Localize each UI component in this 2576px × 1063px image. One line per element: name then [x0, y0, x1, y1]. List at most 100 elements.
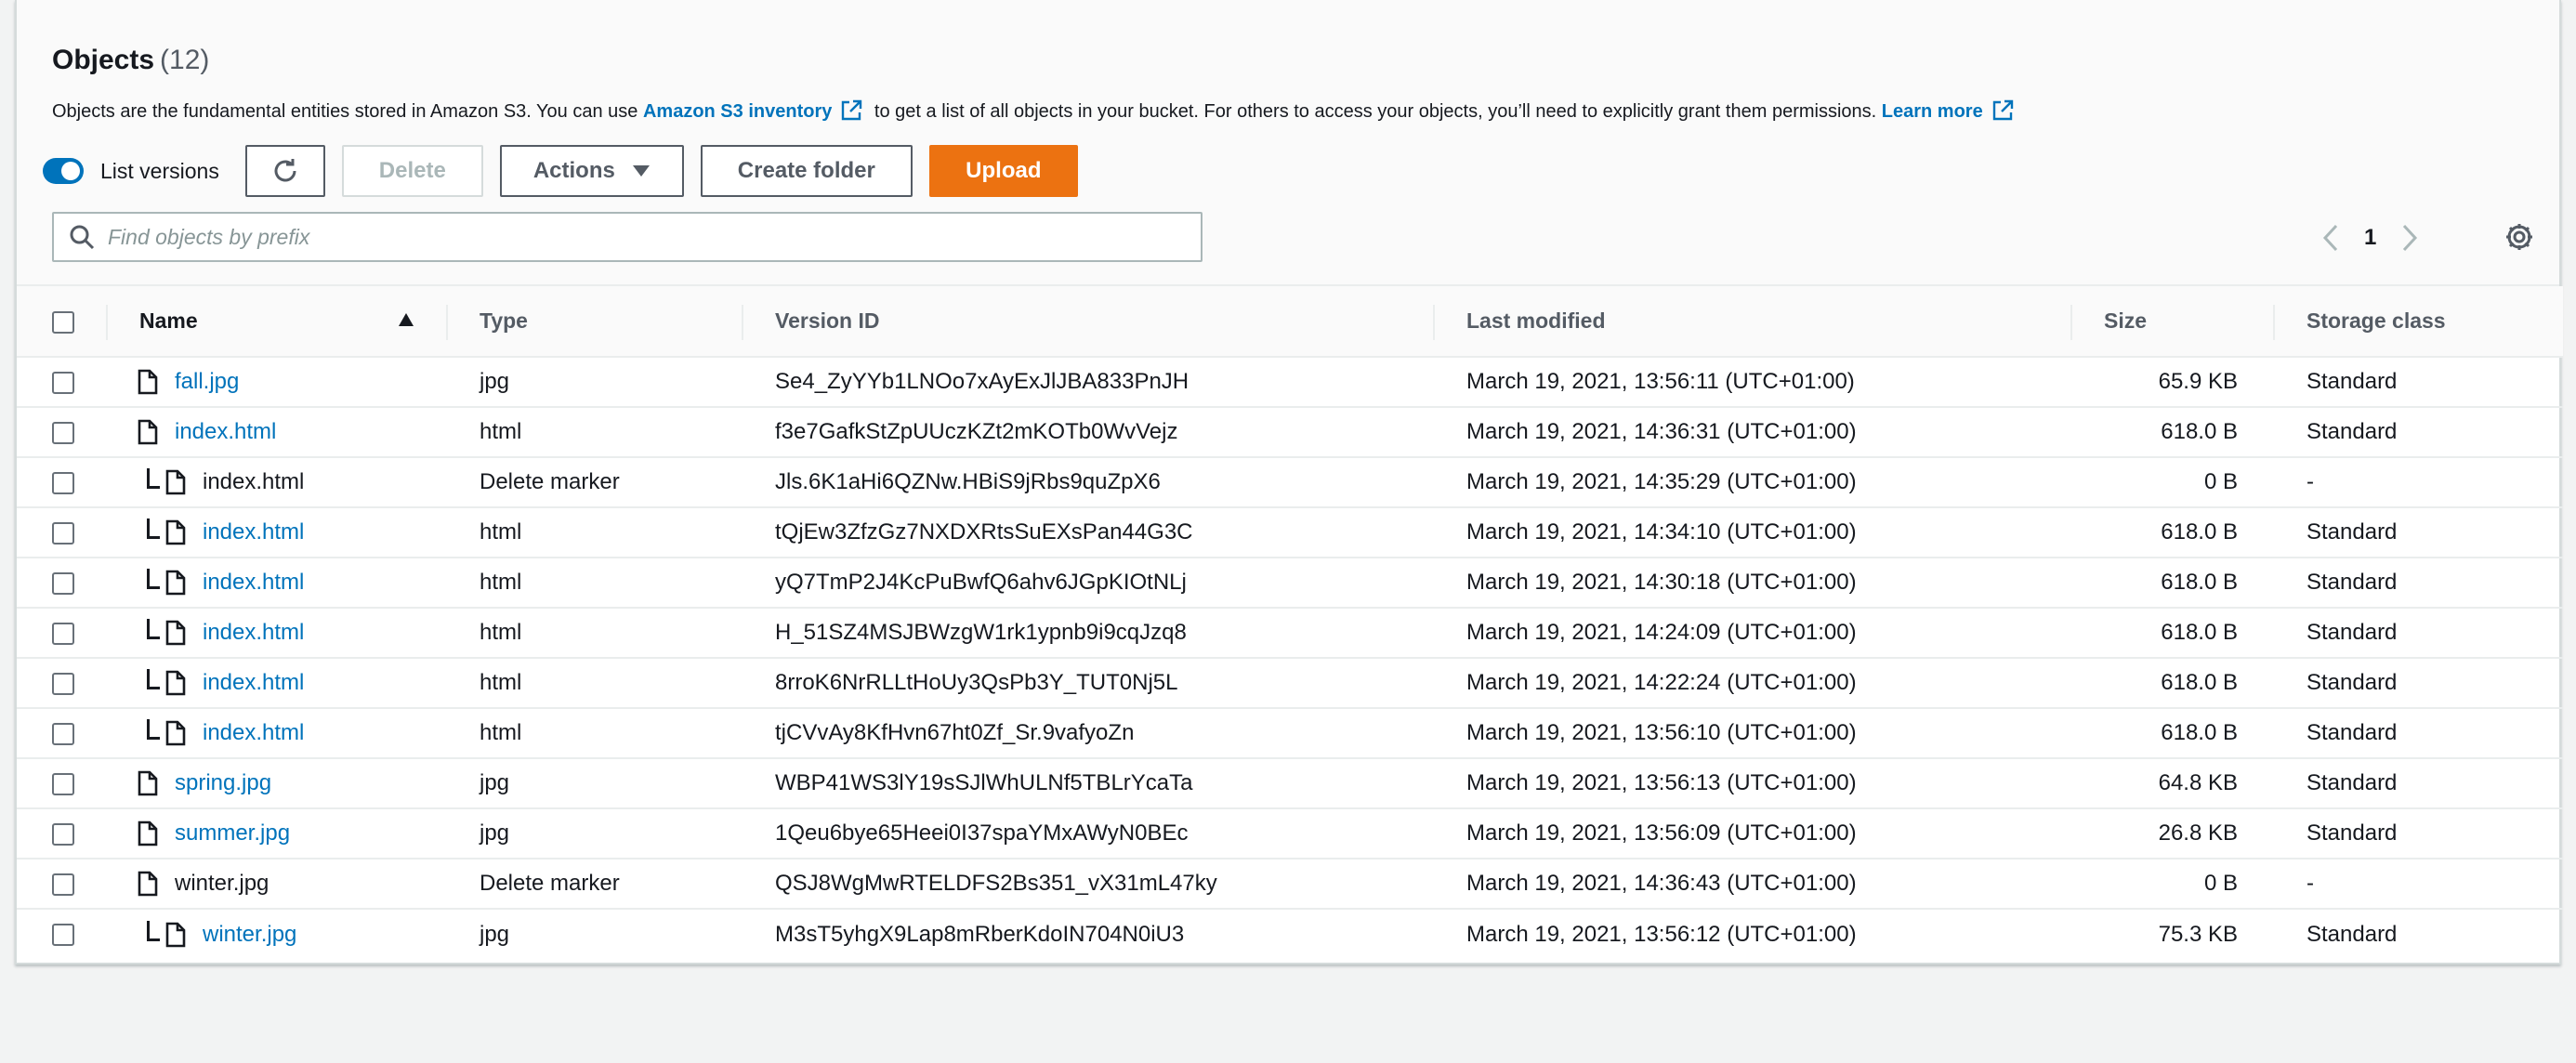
s3-inventory-link[interactable]: Amazon S3 inventory: [643, 101, 832, 122]
storage-class-cell: Standard: [2273, 608, 2563, 659]
object-name-link[interactable]: summer.jpg: [175, 820, 290, 846]
type-cell: jpg: [446, 808, 742, 860]
actions-button[interactable]: Actions: [499, 145, 684, 197]
create-folder-button[interactable]: Create folder: [700, 145, 913, 197]
column-header-storage-class[interactable]: Storage class: [2273, 286, 2563, 358]
storage-class-cell: -: [2273, 457, 2563, 508]
storage-class-cell: Standard: [2307, 921, 2398, 947]
object-name-link[interactable]: index.html: [203, 570, 304, 596]
list-versions-label: List versions: [100, 158, 219, 183]
row-checkbox[interactable]: [52, 722, 74, 745]
row-checkbox[interactable]: [52, 822, 74, 846]
version-branch-icon: [147, 920, 160, 941]
select-all-checkbox[interactable]: [52, 310, 74, 334]
version-id-cell: WBP41WS3lY19sSJlWhULNf5TBLrYcaTa: [742, 758, 1433, 809]
current-page[interactable]: 1: [2364, 225, 2376, 251]
object-name-link[interactable]: index.html: [203, 519, 304, 545]
file-icon: [138, 369, 158, 395]
version-id-cell: Se4_ZyYYb1LNOo7xAyExJlJBA833PnJH: [742, 357, 1433, 408]
table-row[interactable]: index.html html H_51SZ4MSJBWzgW1rk1ypnb9…: [17, 608, 2563, 659]
row-checkbox[interactable]: [52, 421, 74, 444]
storage-class-cell: Standard: [2273, 558, 2563, 609]
objects-table: Name Type Version ID Last modified Size …: [17, 286, 2563, 959]
row-checkbox[interactable]: [52, 471, 74, 494]
description-text-1: Objects are the fundamental entities sto…: [52, 101, 643, 122]
row-select-cell: [17, 859, 106, 910]
row-checkbox[interactable]: [52, 873, 74, 896]
last-modified-cell: March 19, 2021, 13:56:13 (UTC+01:00): [1433, 758, 2070, 809]
row-select-cell: [17, 758, 106, 809]
column-header-type[interactable]: Type: [446, 286, 742, 358]
type-cell: jpg: [446, 758, 742, 809]
column-size-label: Size: [2104, 308, 2148, 333]
storage-class-cell: Standard: [2273, 507, 2563, 558]
file-icon: [165, 620, 186, 646]
size-cell: 75.3 KB: [2158, 921, 2238, 947]
version-id-cell: Jls.6K1aHi6QZNw.HBiS9jRbs9quZpX6: [742, 457, 1433, 508]
file-icon: [165, 469, 186, 495]
size-cell: 0 B: [2070, 859, 2273, 910]
row-select-cell: [17, 507, 106, 558]
object-name-link[interactable]: index.html: [203, 670, 304, 696]
storage-class-cell: Standard: [2273, 357, 2563, 408]
object-name-link[interactable]: winter.jpg: [203, 922, 296, 948]
table-row[interactable]: winter.jpg jpg M3sT5yhgX9Lap8mRberKdoIN7…: [17, 909, 2563, 959]
external-link-icon[interactable]: [839, 98, 863, 123]
chevron-right-icon[interactable]: [2400, 223, 2419, 253]
version-branch-icon: [147, 569, 160, 589]
table-row[interactable]: index.html html tjCVvAy8KfHvn67ht0Zf_Sr.…: [17, 708, 2563, 759]
column-header-size[interactable]: Size: [2070, 286, 2273, 358]
object-name-link[interactable]: index.html: [203, 720, 304, 746]
refresh-button[interactable]: [244, 145, 325, 197]
row-checkbox[interactable]: [52, 571, 74, 595]
row-checkbox[interactable]: [52, 924, 74, 947]
delete-button[interactable]: Delete: [341, 145, 483, 197]
file-icon: [138, 419, 158, 445]
object-name-link[interactable]: spring.jpg: [175, 770, 271, 796]
upload-button[interactable]: Upload: [928, 145, 1078, 197]
column-divider: [1433, 305, 1435, 340]
external-link-icon[interactable]: [1991, 98, 2015, 123]
search-input[interactable]: [108, 214, 1201, 260]
table-row[interactable]: index.html html yQ7TmP2J4KcPuBwfQ6ahv6JG…: [17, 558, 2563, 609]
table-row[interactable]: fall.jpg jpg Se4_ZyYYb1LNOo7xAyExJlJBA83…: [17, 357, 2563, 408]
type-cell: html: [446, 507, 742, 558]
list-versions-toggle[interactable]: [43, 158, 84, 184]
row-checkbox[interactable]: [52, 772, 74, 795]
row-checkbox[interactable]: [52, 672, 74, 695]
row-checkbox[interactable]: [52, 371, 74, 394]
table-row[interactable]: winter.jpg Delete marker QSJ8WgMwRTELDFS…: [17, 859, 2563, 910]
version-id-cell: M3sT5yhgX9Lap8mRberKdoIN704N0iU3: [775, 921, 1185, 947]
version-id-cell: QSJ8WgMwRTELDFS2Bs351_vX31mL47ky: [742, 859, 1433, 910]
column-divider: [742, 305, 743, 340]
chevron-left-icon[interactable]: [2321, 223, 2340, 253]
learn-more-link[interactable]: Learn more: [1882, 101, 1983, 122]
last-modified-cell: March 19, 2021, 14:36:43 (UTC+01:00): [1433, 859, 2070, 910]
sort-ascending-icon[interactable]: [398, 312, 414, 327]
column-last-modified-label: Last modified: [1466, 308, 1606, 333]
gear-icon[interactable]: [2504, 221, 2535, 253]
table-row[interactable]: summer.jpg jpg 1Qeu6bye65Heei0I37spaYMxA…: [17, 808, 2563, 860]
name-cell: index.html: [106, 608, 446, 659]
file-icon: [165, 570, 186, 596]
row-select-cell: [17, 708, 106, 759]
row-checkbox[interactable]: [52, 521, 74, 545]
table-row[interactable]: index.html html f3e7GafkStZpUUczKZt2mKOT…: [17, 407, 2563, 458]
object-name-link[interactable]: index.html: [175, 419, 276, 445]
column-header-name[interactable]: Name: [106, 286, 446, 358]
page-title: Objects (12): [52, 45, 209, 76]
table-row[interactable]: spring.jpg jpg WBP41WS3lY19sSJlWhULNf5TB…: [17, 758, 2563, 809]
column-version-id-label: Version ID: [775, 308, 880, 333]
object-name-link[interactable]: fall.jpg: [175, 369, 239, 395]
column-header-version-id[interactable]: Version ID: [742, 286, 1433, 358]
column-header-last-modified[interactable]: Last modified: [1433, 286, 2070, 358]
last-modified-cell: March 19, 2021, 13:56:11 (UTC+01:00): [1433, 357, 2070, 408]
table-row[interactable]: index.html Delete marker Jls.6K1aHi6QZNw…: [17, 457, 2563, 508]
object-name-link[interactable]: index.html: [203, 620, 304, 646]
table-row[interactable]: index.html html tQjEw3ZfzGz7NXDXRtsSuEXs…: [17, 507, 2563, 558]
column-name-label: Name: [139, 308, 198, 333]
column-divider: [446, 305, 448, 340]
select-all-cell: [17, 286, 106, 358]
table-row[interactable]: index.html html 8rroK6NrRLLtHoUy3QsPb3Y_…: [17, 658, 2563, 709]
row-checkbox[interactable]: [52, 622, 74, 645]
